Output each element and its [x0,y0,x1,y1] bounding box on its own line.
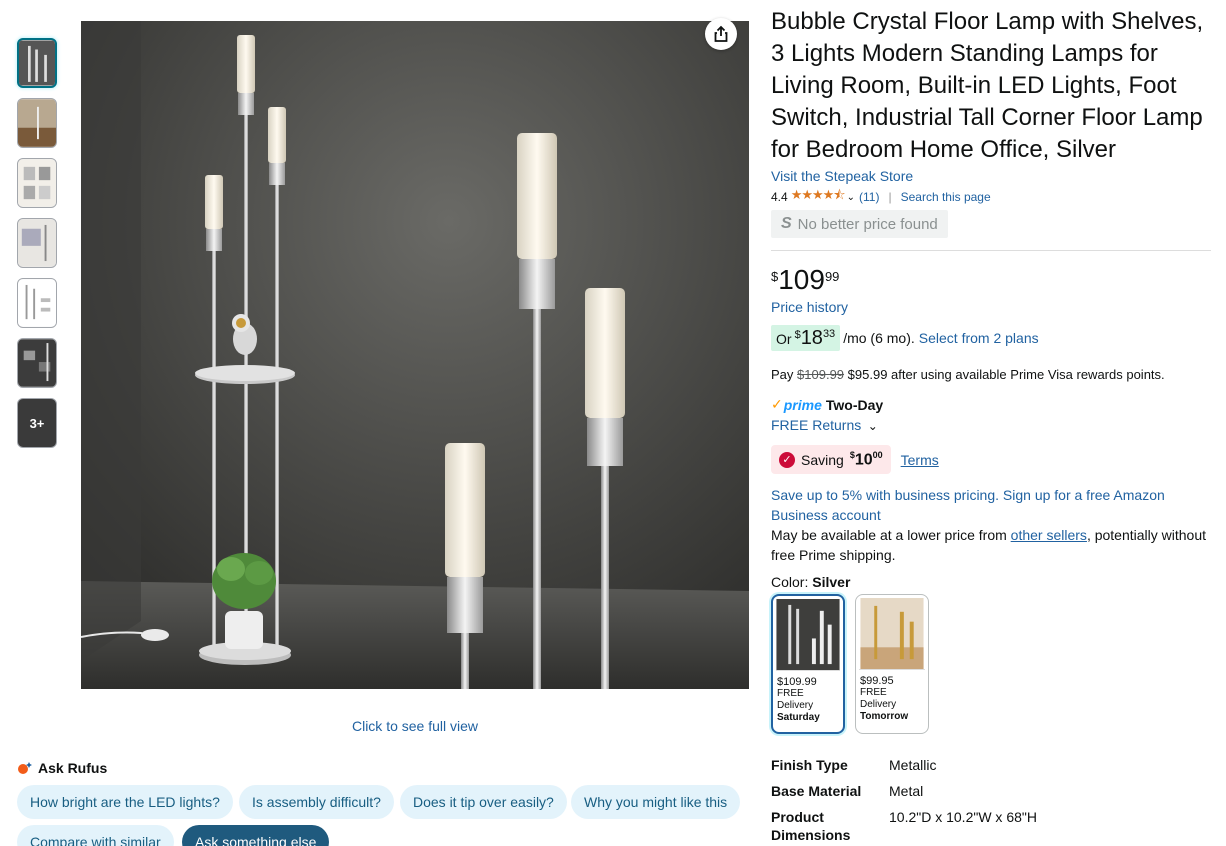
lower-price-note: May be available at a lower price from o… [771,527,1207,564]
pay-prefix: Pay [771,367,794,382]
swatch-image [859,598,925,671]
check-icon: ✓ [779,451,795,468]
price-fraction: 99 [824,269,840,284]
thumbnail-6[interactable] [17,338,57,388]
separator: | [888,190,892,204]
pay-rest: $95.99 after using available Prime Visa … [847,367,1165,382]
spec-value: 10.2"D x 10.2"W x 68"H [889,809,1037,826]
spec-row: Product Dimensions 10.2"D x 10.2"W x 68"… [771,808,1211,844]
swatch-delivery: FREE Delivery [777,688,814,712]
free-returns[interactable]: FREE Returns ⌄ [771,417,1211,435]
swatch-delivery: FREE Delivery [860,687,897,711]
price-tracker-icon: S [781,215,792,232]
saving-amount: $1000 [849,450,883,469]
color-label: Color: [771,574,809,591]
rufus-heading: Ask Rufus [17,760,107,776]
rufus-title: Ask Rufus [38,760,108,776]
search-page-link[interactable]: Search this page [901,190,991,204]
rufus-chip-3[interactable]: Does it tip over easily? [400,785,567,819]
spec-row: Finish Type Metallic [771,756,1211,774]
installment-whole: 18 [800,327,823,349]
rufus-chip-ask[interactable]: Ask something else [182,825,330,846]
no-better-price-badge[interactable]: S No better price found [771,210,948,238]
installment-fraction: 33 [822,328,836,340]
rufus-chip-1[interactable]: How bright are the LED lights? [17,785,233,819]
business-pricing-link[interactable]: Save up to 5% with business pricing. Sig… [771,485,1211,525]
color-selector-label: Color: Silver [771,574,1211,590]
color-swatches: $109.99 FREE Delivery Saturday $99.95 FR… [771,594,1211,735]
installment-prefix: Or [776,331,792,347]
store-link[interactable]: Visit the Stepeak Store [771,168,1211,184]
spec-key: Base Material [771,783,862,800]
buybox-column: Bubble Crystal Floor Lamp with Shelves, … [771,6,1211,846]
chevron-down-icon[interactable]: ⌄ [847,192,855,203]
swatch-price: $99.95 [860,675,894,688]
rating-value: 4.4 [771,190,788,204]
swatch-price: $109.99 [777,676,817,689]
prime-visa-offer: Pay $109.99 $95.99 after using available… [771,367,1211,382]
no-better-price-text: No better price found [797,215,938,233]
installment-badge: Or $ 18 33 [771,325,841,351]
product-specs: Finish Type Metallic Base Material Metal… [771,756,1211,844]
free-returns-link[interactable]: FREE Returns [771,417,861,433]
chevron-down-icon[interactable]: ⌄ [868,419,878,433]
swatch-gold[interactable]: $99.95 FREE Delivery Tomorrow [855,594,929,735]
swatch-when: Saturday [777,712,820,724]
star-rating-icon[interactable]: ★★★★⯪ [791,186,846,208]
other-sellers-link[interactable]: other sellers [1011,527,1087,543]
full-view-link[interactable]: Click to see full view [81,718,749,734]
swatch-silver[interactable]: $109.99 FREE Delivery Saturday [771,594,845,735]
spec-value: Metallic [889,757,937,774]
thumbnail-1[interactable] [17,38,57,88]
prime-speed: Two-Day [825,396,884,413]
rating-row: 4.4 ★★★★⯪ ⌄ (11) | Search this page [771,186,1211,208]
price-symbol: $ [771,269,779,284]
spec-key: Finish Type [771,757,848,774]
main-product-image[interactable] [81,21,749,689]
installment-row: Or $ 18 33 /mo (6 mo). Select from 2 pla… [771,325,1211,351]
color-selected: Silver [812,574,851,591]
spec-row: Base Material Metal [771,782,1211,800]
prime-delivery: ✓ prime Two-Day [771,396,1211,413]
saving-label: Saving [801,451,844,468]
thumbnail-5[interactable] [17,278,57,328]
terms-link[interactable]: Terms [901,452,939,468]
price-whole: 109 [778,264,825,295]
product-title: Bubble Crystal Floor Lamp with Shelves, … [771,8,1204,163]
coupon-row: ✓ Saving $1000 Terms [771,445,1211,475]
rufus-chip-2[interactable]: Is assembly difficult? [239,785,394,819]
divider [771,250,1211,251]
thumbnail-4[interactable] [17,218,57,268]
saving-badge[interactable]: ✓ Saving $1000 [771,445,891,475]
spec-value: Metal [889,783,924,800]
rufus-chip-5[interactable]: Compare with similar [17,825,174,846]
more-images-button[interactable]: 3+ [17,398,57,448]
price-history-link[interactable]: Price history [771,299,848,315]
pay-original-price: $109.99 [797,367,845,382]
review-count-link[interactable]: (11) [859,190,879,204]
rufus-icon [18,762,32,774]
thumbnail-3[interactable] [17,158,57,208]
thumbnail-2[interactable] [17,98,57,148]
installment-suffix: /mo (6 mo). [843,330,915,346]
thumbnail-strip: 3+ [17,38,57,458]
swatch-when: Tomorrow [860,711,909,723]
share-icon [714,25,728,42]
select-plans-link[interactable]: Select from 2 plans [919,330,1039,346]
rufus-chip-4[interactable]: Why you might like this [571,785,741,819]
spec-key: Product Dimensions [771,809,851,844]
share-button[interactable] [705,18,737,50]
prime-logo-icon: ✓ prime [771,396,822,413]
swatch-image [776,599,840,672]
price: $ 109 99 [771,265,1211,295]
